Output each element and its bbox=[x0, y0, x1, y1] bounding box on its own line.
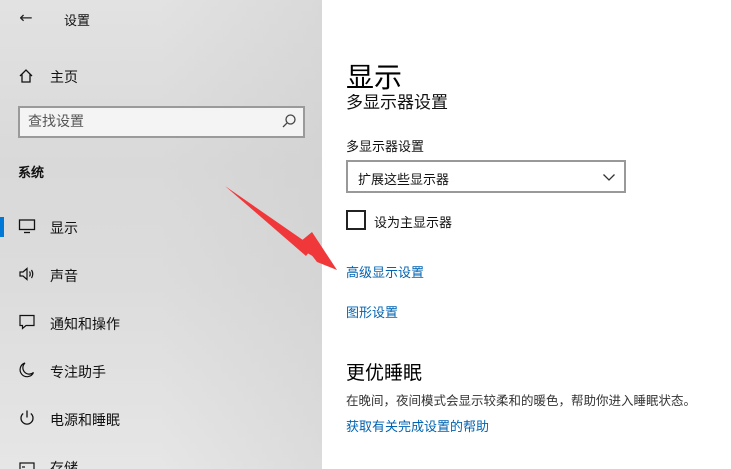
sidebar-item-label: 通知和操作 bbox=[50, 317, 120, 333]
sidebar-item-label: 显示 bbox=[50, 221, 78, 237]
graphics-settings-link[interactable]: 图形设置 bbox=[346, 302, 398, 321]
sidebar-item-notifications[interactable]: 通知和操作 bbox=[0, 303, 322, 343]
back-arrow-icon[interactable]: ← bbox=[16, 8, 36, 28]
sleep-section-description: 在晚间，夜间模式会显示较柔和的暖色，帮助你进入睡眠状态。 bbox=[346, 393, 697, 408]
primary-display-label: 设为主显示器 bbox=[374, 216, 453, 231]
sidebar-item-label: 声音 bbox=[50, 269, 78, 285]
storage-icon bbox=[19, 462, 35, 469]
sidebar-item-sound[interactable]: 声音 bbox=[0, 255, 322, 295]
search-icon[interactable] bbox=[281, 113, 297, 129]
notification-icon bbox=[19, 314, 35, 330]
speaker-icon bbox=[19, 267, 34, 281]
search-input[interactable] bbox=[28, 112, 268, 132]
sidebar-item-home[interactable]: 主页 bbox=[0, 62, 322, 90]
sidebar-item-label: 专注助手 bbox=[50, 365, 106, 381]
power-icon bbox=[20, 410, 34, 425]
monitor-icon bbox=[18, 219, 36, 234]
sidebar: ← 设置 主页 系统 显示 声音 通知和操作 bbox=[0, 0, 322, 469]
multi-display-dropdown[interactable]: 扩展这些显示器 bbox=[346, 160, 626, 193]
chevron-down-icon bbox=[603, 174, 615, 181]
page-title: 显示 bbox=[346, 61, 403, 94]
primary-display-checkbox[interactable] bbox=[346, 210, 366, 230]
section-label-system: 系统 bbox=[18, 166, 45, 181]
sidebar-item-storage[interactable]: 存储 bbox=[0, 447, 322, 469]
sidebar-item-focus-assist[interactable]: 专注助手 bbox=[0, 351, 322, 391]
multi-display-label: 多显示器设置 bbox=[346, 140, 425, 155]
advanced-display-settings-link[interactable]: 高级显示设置 bbox=[346, 262, 424, 281]
main-content: 显示 多显示器设置 多显示器设置 扩展这些显示器 设为主显示器 高级显示设置 图… bbox=[322, 0, 731, 469]
home-icon bbox=[19, 69, 33, 83]
help-link[interactable]: 获取有关完成设置的帮助 bbox=[346, 416, 489, 435]
sidebar-item-label: 主页 bbox=[50, 70, 78, 86]
section-heading-multi-display: 多显示器设置 bbox=[346, 94, 448, 110]
sidebar-item-label: 存储 bbox=[50, 461, 78, 469]
window-title: 设置 bbox=[64, 14, 91, 29]
search-box[interactable] bbox=[18, 106, 305, 138]
sidebar-item-power-sleep[interactable]: 电源和睡眠 bbox=[0, 399, 322, 439]
section-heading-text: 多显示器设置 bbox=[346, 94, 448, 110]
dropdown-selected-value: 扩展这些显示器 bbox=[358, 173, 450, 188]
sidebar-item-label: 电源和睡眠 bbox=[50, 413, 120, 429]
moon-icon bbox=[19, 362, 35, 378]
sidebar-item-display[interactable]: 显示 bbox=[0, 207, 322, 247]
sleep-section-title: 更优睡眠 bbox=[346, 362, 423, 384]
